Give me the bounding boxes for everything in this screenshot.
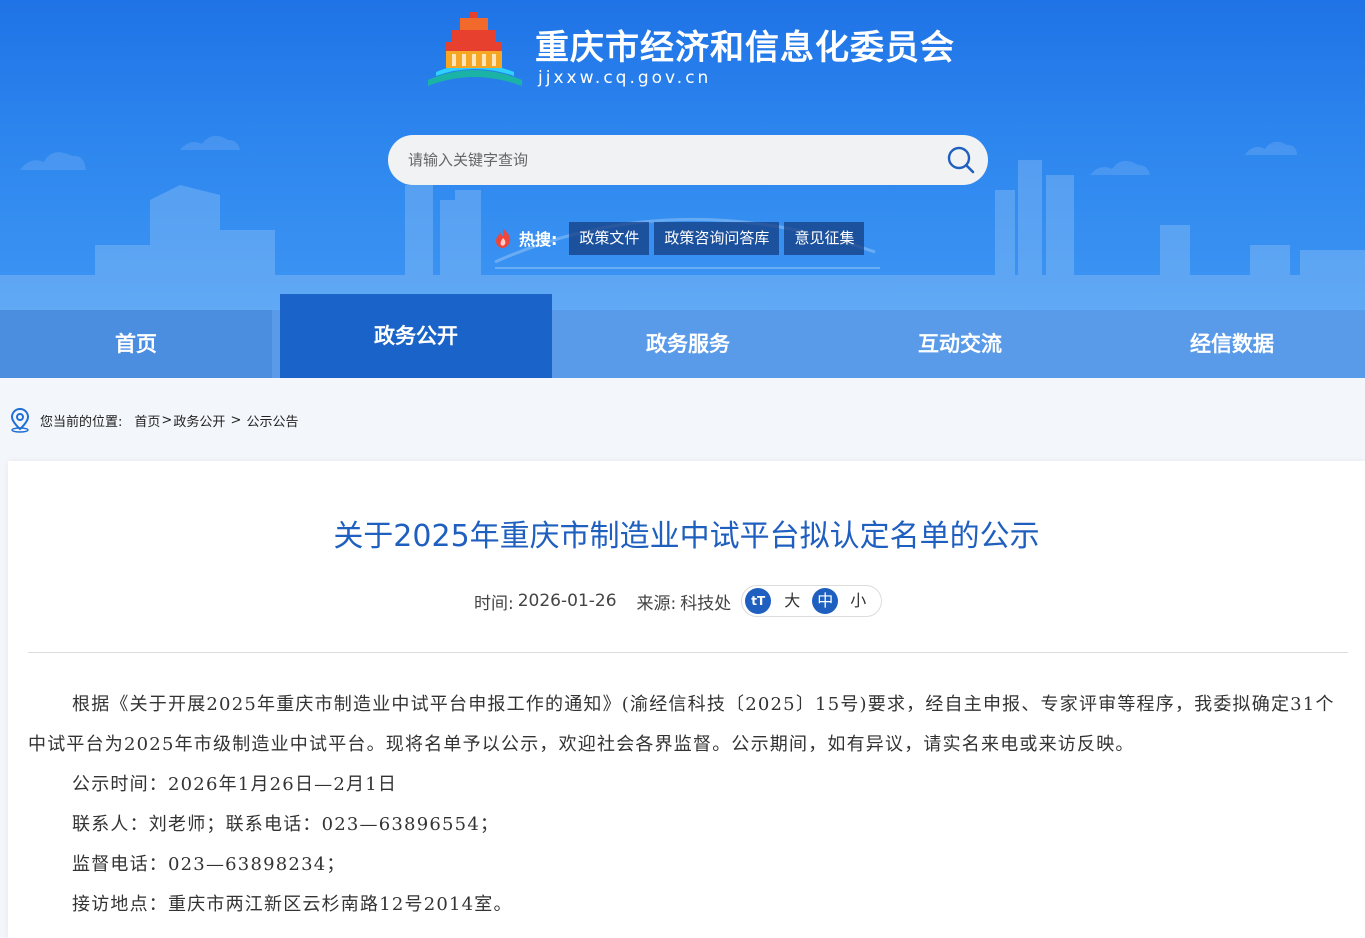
font-size-small-button[interactable]: 小 bbox=[845, 588, 871, 614]
contact-info: 联系人：刘老师；联系电话：023—63896554； bbox=[72, 814, 500, 835]
nav-interaction[interactable]: 互动交流 bbox=[824, 310, 1096, 378]
hot-tag-opinion[interactable]: 意见征集 bbox=[784, 221, 865, 255]
hot-tag-policy-docs[interactable]: 政策文件 bbox=[569, 221, 650, 255]
site-header: 重庆市经济和信息化委员会 jjxxw.cq.gov.cn 热搜: 政策文件 政策… bbox=[0, 0, 1365, 310]
hot-search-label: 热搜: bbox=[519, 230, 558, 249]
breadcrumb-home[interactable]: 首页 bbox=[134, 411, 160, 430]
publicity-period: 公示时间：2026年1月26日—2月1日 bbox=[72, 774, 398, 795]
supervision-phone: 监督电话：023—63898234； bbox=[72, 854, 346, 875]
nav-data[interactable]: 经信数据 bbox=[1096, 310, 1365, 378]
article-paragraph: 根据《关于开展2025年重庆市制造业中试平台申报工作的通知》(渝经信科技〔202… bbox=[28, 694, 1335, 755]
breadcrumb-separator: > bbox=[161, 412, 173, 428]
source-value: 科技处 bbox=[680, 593, 732, 614]
visit-address: 接访地点：重庆市两江新区云杉南路12号2014室。 bbox=[72, 894, 513, 915]
hot-tag-policy-qa[interactable]: 政策咨询问答库 bbox=[654, 221, 780, 255]
breadcrumb: 您当前的位置: 首页 > 政务公开 > 公示公告 bbox=[8, 406, 299, 434]
hot-search: 热搜: 政策文件 政策咨询问答库 意见征集 bbox=[493, 221, 869, 255]
font-size-large-button[interactable]: 大 bbox=[779, 588, 805, 614]
search-input[interactable] bbox=[408, 147, 928, 173]
site-title: 重庆市经济和信息化委员会 bbox=[535, 28, 955, 68]
article-panel: 关于2025年重庆市制造业中试平台拟认定名单的公示 时间: 2026-01-26… bbox=[8, 461, 1365, 938]
nav-home[interactable]: 首页 bbox=[0, 310, 272, 378]
search-bar bbox=[388, 135, 988, 185]
font-size-icon: tT bbox=[745, 588, 772, 614]
breadcrumb-section[interactable]: 政务公开 bbox=[173, 411, 225, 430]
source-label: 来源: bbox=[636, 593, 677, 614]
fire-icon bbox=[496, 228, 511, 248]
location-pin-icon bbox=[10, 407, 30, 433]
nav-gov-services[interactable]: 政务服务 bbox=[552, 310, 824, 378]
breadcrumb-current[interactable]: 公示公告 bbox=[247, 411, 299, 430]
divider bbox=[28, 652, 1348, 653]
search-icon[interactable] bbox=[946, 145, 976, 175]
main-nav: 首页 政务公开 政务服务 互动交流 经信数据 bbox=[0, 294, 1365, 378]
time-label: 时间: bbox=[474, 593, 514, 614]
breadcrumb-separator: > bbox=[226, 412, 246, 428]
breadcrumb-label: 您当前的位置: bbox=[40, 414, 123, 430]
nav-gov-affairs-open[interactable]: 政务公开 bbox=[280, 294, 552, 378]
publish-date: 2026-01-26 bbox=[517, 591, 617, 611]
font-size-switcher: tT 大 中 小 bbox=[741, 585, 883, 617]
article-meta: 时间: 2026-01-26 来源: 科技处 tT 大 中 小 bbox=[474, 585, 883, 617]
font-size-medium-button[interactable]: 中 bbox=[812, 588, 839, 614]
article-body: 根据《关于开展2025年重庆市制造业中试平台申报工作的通知》(渝经信科技〔202… bbox=[28, 685, 1353, 925]
article-title: 关于2025年重庆市制造业中试平台拟认定名单的公示 bbox=[333, 519, 1040, 554]
site-logo bbox=[428, 12, 522, 86]
site-domain: jjxxw.cq.gov.cn bbox=[538, 68, 712, 88]
